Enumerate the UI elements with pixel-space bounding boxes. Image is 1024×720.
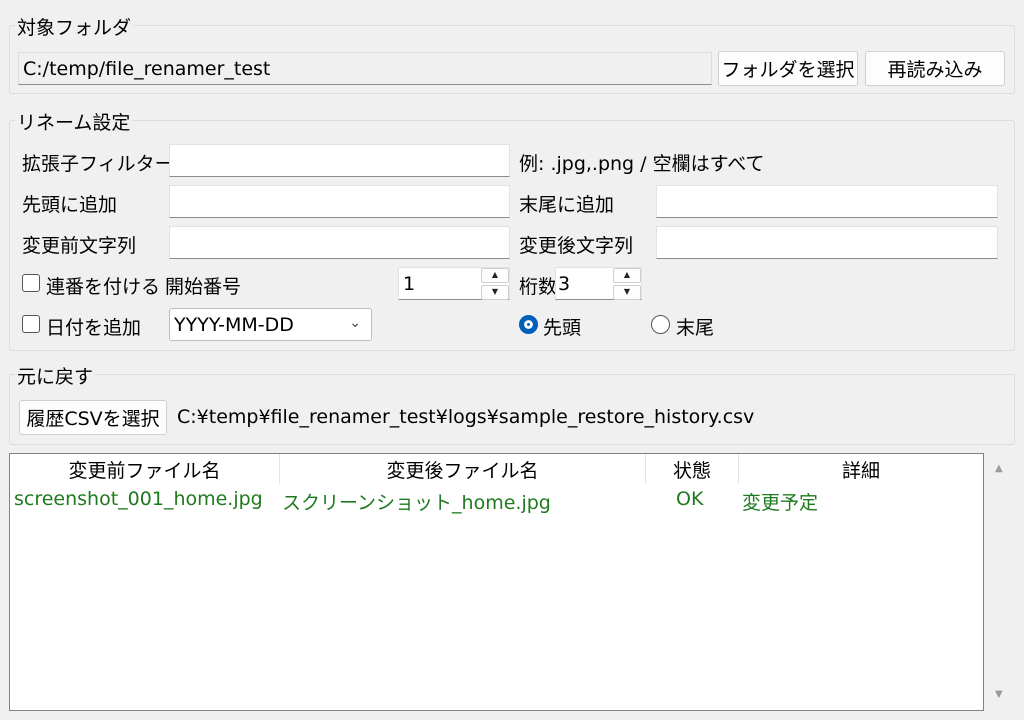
- rename-settings-group-label: リネーム設定: [15, 108, 133, 135]
- column-header-detail[interactable]: 詳細: [739, 454, 983, 484]
- digits-label: 桁数: [519, 276, 558, 298]
- after-string-input[interactable]: [656, 226, 998, 259]
- row-before-name: screenshot_001_home.jpg: [14, 488, 263, 510]
- start-number-spinner[interactable]: ▲ ▼: [481, 268, 509, 300]
- serial-checkbox[interactable]: [22, 274, 40, 292]
- scroll-up-arrow-icon[interactable]: ▲: [995, 463, 1003, 474]
- date-format-select[interactable]: YYYY-MM-DD ⌄: [169, 308, 372, 341]
- column-header-status[interactable]: 状態: [646, 454, 739, 484]
- caret-down-icon[interactable]: ▼: [481, 285, 509, 300]
- history-csv-path: C:¥temp¥file_renamer_test¥logs¥sample_re…: [177, 406, 755, 428]
- file-list-table[interactable]: 変更前ファイル名 変更後ファイル名 状態 詳細 screenshot_001_h…: [9, 453, 984, 711]
- start-number-label: 開始番号: [165, 276, 242, 298]
- suffix-label: 末尾に追加: [519, 194, 615, 216]
- select-history-csv-button[interactable]: 履歴CSVを選択: [19, 400, 167, 435]
- before-string-input[interactable]: [169, 226, 510, 259]
- digits-spinner[interactable]: ▲ ▼: [613, 268, 641, 300]
- ext-filter-label: 拡張子フィルター: [22, 153, 174, 175]
- restore-group-label: 元に戻す: [15, 362, 96, 389]
- date-checkbox-label[interactable]: 日付を追加: [46, 313, 141, 340]
- scroll-down-arrow-icon[interactable]: ▼: [995, 689, 1003, 700]
- prefix-input[interactable]: [169, 185, 510, 218]
- caret-up-icon[interactable]: ▲: [481, 268, 509, 283]
- prefix-label: 先頭に追加: [22, 194, 118, 216]
- position-tail-radio[interactable]: [651, 315, 670, 334]
- before-string-label: 変更前文字列: [22, 235, 137, 257]
- column-header-after[interactable]: 変更後ファイル名: [280, 454, 646, 484]
- table-scrollbar[interactable]: ▲ ▼: [986, 453, 1014, 711]
- column-header-before[interactable]: 変更前ファイル名: [10, 454, 280, 484]
- ext-filter-input[interactable]: [169, 144, 510, 177]
- row-after-name: スクリーンショット_home.jpg: [282, 492, 551, 514]
- folder-path-field[interactable]: C:/temp/file_renamer_test: [18, 52, 712, 85]
- ext-filter-hint: 例: .jpg,.png / 空欄はすべて: [519, 153, 765, 175]
- after-string-label: 変更後文字列: [519, 235, 634, 257]
- position-head-radio[interactable]: [519, 315, 538, 334]
- date-format-value: YYYY-MM-DD: [174, 313, 294, 336]
- position-tail-label[interactable]: 末尾: [676, 313, 714, 340]
- table-row[interactable]: screenshot_001_home.jpg スクリーンショット_home.j…: [10, 484, 983, 516]
- serial-checkbox-label[interactable]: 連番を付ける: [46, 272, 160, 299]
- date-checkbox[interactable]: [22, 315, 40, 333]
- row-status: OK: [676, 488, 704, 510]
- suffix-input[interactable]: [656, 185, 998, 218]
- row-detail: 変更予定: [742, 492, 819, 514]
- caret-up-icon[interactable]: ▲: [613, 268, 641, 283]
- reload-button[interactable]: 再読み込み: [865, 51, 1005, 86]
- target-folder-group-label: 対象フォルダ: [15, 13, 134, 40]
- chevron-down-icon[interactable]: ⌄: [349, 315, 361, 331]
- position-head-label[interactable]: 先頭: [543, 313, 581, 340]
- caret-down-icon[interactable]: ▼: [613, 285, 641, 300]
- select-folder-button[interactable]: フォルダを選択: [718, 51, 858, 86]
